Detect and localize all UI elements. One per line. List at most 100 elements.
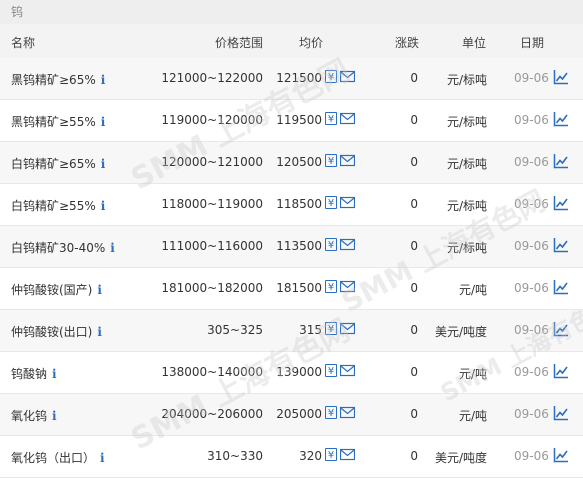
product-name[interactable]: 白钨精矿≥65% i bbox=[11, 155, 105, 172]
info-icon[interactable]: i bbox=[101, 115, 106, 129]
average-price: 113500 bbox=[276, 239, 322, 253]
info-icon[interactable]: i bbox=[101, 157, 106, 171]
price-unit: 美元/吨度 bbox=[434, 451, 487, 465]
yen-convert-icon[interactable]: ¥ bbox=[325, 112, 337, 125]
trend-chart-icon[interactable] bbox=[553, 363, 569, 379]
product-name-label[interactable]: 仲钨酸铵(国产) bbox=[11, 283, 92, 297]
info-icon[interactable]: i bbox=[97, 325, 102, 339]
price-change: 0 bbox=[410, 407, 418, 421]
price-date: 09-06 bbox=[514, 281, 549, 295]
mail-icon[interactable] bbox=[340, 322, 355, 335]
price-date: 09-06 bbox=[514, 449, 549, 463]
product-name-label[interactable]: 氧化钨 bbox=[11, 409, 47, 423]
price-change: 0 bbox=[410, 155, 418, 169]
info-icon[interactable]: i bbox=[97, 283, 102, 297]
info-icon[interactable]: i bbox=[100, 451, 105, 465]
table-row: 仲钨酸铵(出口) i 305~325 315 ¥ 0 美元/吨度 09-06 bbox=[0, 310, 583, 352]
mail-icon[interactable] bbox=[340, 364, 355, 377]
header-name: 名称 bbox=[11, 36, 36, 50]
product-name-label[interactable]: 白钨精矿≥55% bbox=[11, 199, 96, 213]
product-name[interactable]: 仲钨酸铵(国产) i bbox=[11, 281, 102, 298]
trend-chart-icon[interactable] bbox=[553, 447, 569, 463]
price-date: 09-06 bbox=[514, 197, 549, 211]
yen-convert-icon[interactable]: ¥ bbox=[325, 70, 337, 83]
price-date: 09-06 bbox=[514, 239, 549, 253]
price-unit: 元/标吨 bbox=[446, 157, 487, 171]
mail-icon[interactable] bbox=[340, 70, 355, 83]
average-price: 181500 bbox=[276, 281, 322, 295]
product-name[interactable]: 氧化钨 i bbox=[11, 407, 57, 424]
table-row: 氧化钨 i 204000~206000 205000 ¥ 0 元/吨 09-06 bbox=[0, 394, 583, 436]
panel-title: 钨 bbox=[0, 0, 583, 24]
mail-icon[interactable] bbox=[340, 196, 355, 209]
product-name[interactable]: 黑钨精矿≥65% i bbox=[11, 71, 105, 88]
table-row: 氧化钨（出口） i 310~330 320 ¥ 0 美元/吨度 09-06 bbox=[0, 436, 583, 478]
table-row: 钨酸钠 i 138000~140000 139000 ¥ 0 元/吨 09-06 bbox=[0, 352, 583, 394]
yen-convert-icon[interactable]: ¥ bbox=[325, 322, 337, 335]
mail-icon[interactable] bbox=[340, 280, 355, 293]
trend-chart-icon[interactable] bbox=[553, 153, 569, 169]
price-range: 120000~121000 bbox=[161, 155, 263, 169]
product-name[interactable]: 白钨精矿30-40% i bbox=[11, 239, 115, 256]
mail-icon[interactable] bbox=[340, 154, 355, 167]
price-range: 204000~206000 bbox=[161, 407, 263, 421]
average-price: 119500 bbox=[276, 113, 322, 127]
average-price: 320 bbox=[299, 449, 322, 463]
yen-convert-icon[interactable]: ¥ bbox=[325, 154, 337, 167]
price-unit: 美元/吨度 bbox=[434, 325, 487, 339]
product-name-label[interactable]: 黑钨精矿≥65% bbox=[11, 73, 96, 87]
trend-chart-icon[interactable] bbox=[553, 237, 569, 253]
product-name-label[interactable]: 黑钨精矿≥55% bbox=[11, 115, 96, 129]
info-icon[interactable]: i bbox=[52, 367, 57, 381]
average-price: 205000 bbox=[276, 407, 322, 421]
info-icon[interactable]: i bbox=[110, 241, 115, 255]
header-avg: 均价 bbox=[299, 36, 324, 50]
product-name-label[interactable]: 仲钨酸铵(出口) bbox=[11, 325, 92, 339]
yen-convert-icon[interactable]: ¥ bbox=[325, 196, 337, 209]
info-icon[interactable]: i bbox=[52, 409, 57, 423]
price-unit: 元/吨 bbox=[458, 283, 487, 297]
mail-icon[interactable] bbox=[340, 112, 355, 125]
table-row: 黑钨精矿≥55% i 119000~120000 119500 ¥ 0 元/标吨 … bbox=[0, 100, 583, 142]
price-range: 121000~122000 bbox=[161, 71, 263, 85]
yen-convert-icon[interactable]: ¥ bbox=[325, 280, 337, 293]
yen-convert-icon[interactable]: ¥ bbox=[325, 364, 337, 377]
price-unit: 元/标吨 bbox=[446, 73, 487, 87]
table-row: 黑钨精矿≥65% i 121000~122000 121500 ¥ 0 元/标吨 … bbox=[0, 58, 583, 100]
yen-convert-icon[interactable]: ¥ bbox=[325, 238, 337, 251]
product-name[interactable]: 黑钨精矿≥55% i bbox=[11, 113, 105, 130]
yen-convert-icon[interactable]: ¥ bbox=[325, 406, 337, 419]
price-unit: 元/吨 bbox=[458, 367, 487, 381]
table-row: 仲钨酸铵(国产) i 181000~182000 181500 ¥ 0 元/吨 0… bbox=[0, 268, 583, 310]
price-change: 0 bbox=[410, 449, 418, 463]
average-price: 118500 bbox=[276, 197, 322, 211]
product-name-label[interactable]: 钨酸钠 bbox=[11, 367, 47, 381]
average-price: 120500 bbox=[276, 155, 322, 169]
product-name-label[interactable]: 氧化钨（出口） bbox=[11, 451, 95, 465]
product-name[interactable]: 氧化钨（出口） i bbox=[11, 449, 105, 466]
trend-chart-icon[interactable] bbox=[553, 321, 569, 337]
product-name[interactable]: 仲钨酸铵(出口) i bbox=[11, 323, 102, 340]
product-name-label[interactable]: 白钨精矿≥65% bbox=[11, 157, 96, 171]
price-range: 111000~116000 bbox=[161, 239, 263, 253]
trend-chart-icon[interactable] bbox=[553, 69, 569, 85]
price-unit: 元/标吨 bbox=[446, 115, 487, 129]
yen-convert-icon[interactable]: ¥ bbox=[325, 448, 337, 461]
product-name-label[interactable]: 白钨精矿30-40% bbox=[11, 241, 105, 255]
product-name[interactable]: 白钨精矿≥55% i bbox=[11, 197, 105, 214]
header-range: 价格范围 bbox=[214, 36, 263, 50]
trend-chart-icon[interactable] bbox=[553, 279, 569, 295]
price-date: 09-06 bbox=[514, 71, 549, 85]
trend-chart-icon[interactable] bbox=[553, 195, 569, 211]
price-date: 09-06 bbox=[514, 365, 549, 379]
trend-chart-icon[interactable] bbox=[553, 405, 569, 421]
table-row: 白钨精矿≥65% i 120000~121000 120500 ¥ 0 元/标吨 … bbox=[0, 142, 583, 184]
mail-icon[interactable] bbox=[340, 406, 355, 419]
mail-icon[interactable] bbox=[340, 238, 355, 251]
info-icon[interactable]: i bbox=[101, 73, 106, 87]
mail-icon[interactable] bbox=[340, 448, 355, 461]
average-price: 315 bbox=[299, 323, 322, 337]
product-name[interactable]: 钨酸钠 i bbox=[11, 365, 57, 382]
trend-chart-icon[interactable] bbox=[553, 111, 569, 127]
info-icon[interactable]: i bbox=[101, 199, 106, 213]
